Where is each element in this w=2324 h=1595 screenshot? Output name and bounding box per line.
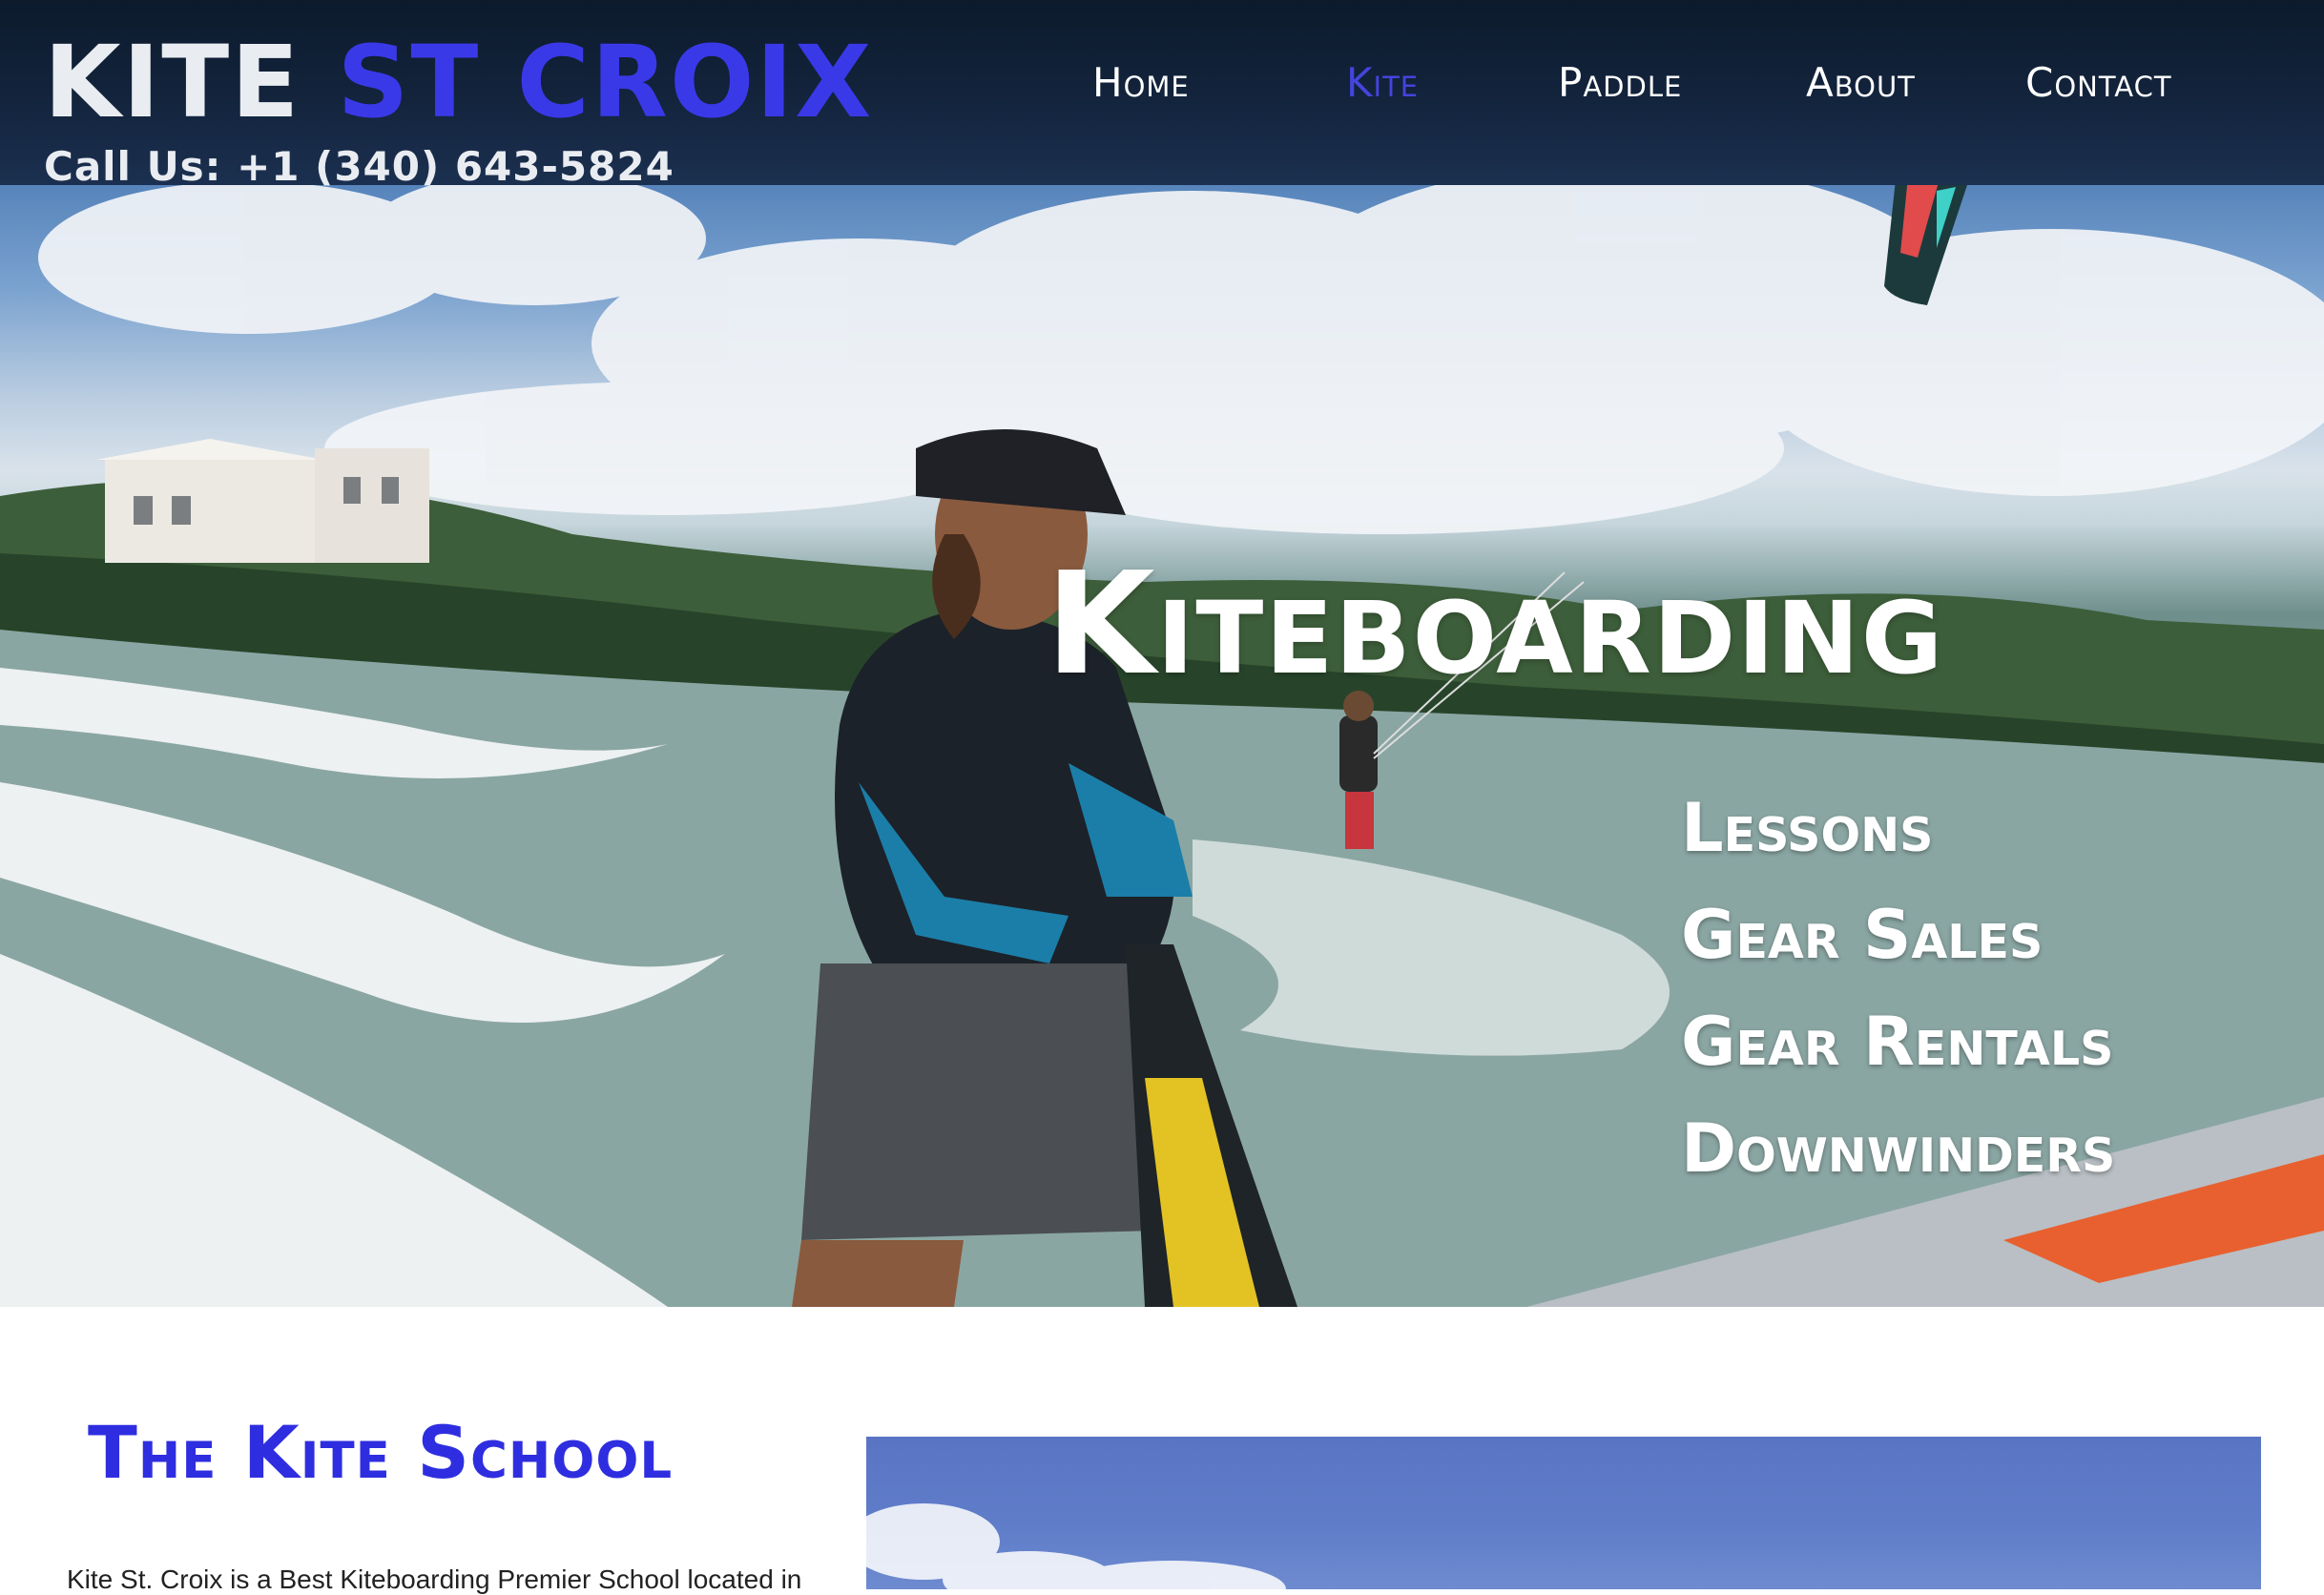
nav-kite[interactable]: Kite — [1346, 59, 1419, 106]
school-intro-text: Kite St. Croix is a Best Kiteboarding Pr… — [67, 1564, 802, 1594]
hero-title: Kiteboarding — [1046, 542, 1945, 706]
section-title-kite-school: The Kite School — [88, 1410, 674, 1495]
villa — [95, 439, 429, 563]
sky-photo-image — [866, 1503, 1286, 1589]
phone-number[interactable]: Call Us: +1 (340) 643-5824 — [44, 143, 674, 190]
main-nav: Home Kite Paddle About Contact — [0, 59, 2324, 116]
service-lessons[interactable]: Lessons — [1681, 775, 2115, 881]
services-list: Lessons Gear Sales Gear Rentals Downwind… — [1681, 775, 2115, 1202]
nav-contact[interactable]: Contact — [2025, 59, 2172, 106]
service-downwinders[interactable]: Downwinders — [1681, 1095, 2115, 1202]
nav-about[interactable]: About — [1806, 59, 1916, 106]
kite-school-photo — [866, 1437, 2261, 1589]
nav-paddle[interactable]: Paddle — [1558, 59, 1682, 106]
service-gear-rentals[interactable]: Gear Rentals — [1681, 988, 2115, 1095]
site-header: KITE ST CROIX Call Us: +1 (340) 643-5824… — [0, 0, 2324, 190]
service-gear-sales[interactable]: Gear Sales — [1681, 881, 2115, 988]
nav-home[interactable]: Home — [1092, 59, 1190, 106]
